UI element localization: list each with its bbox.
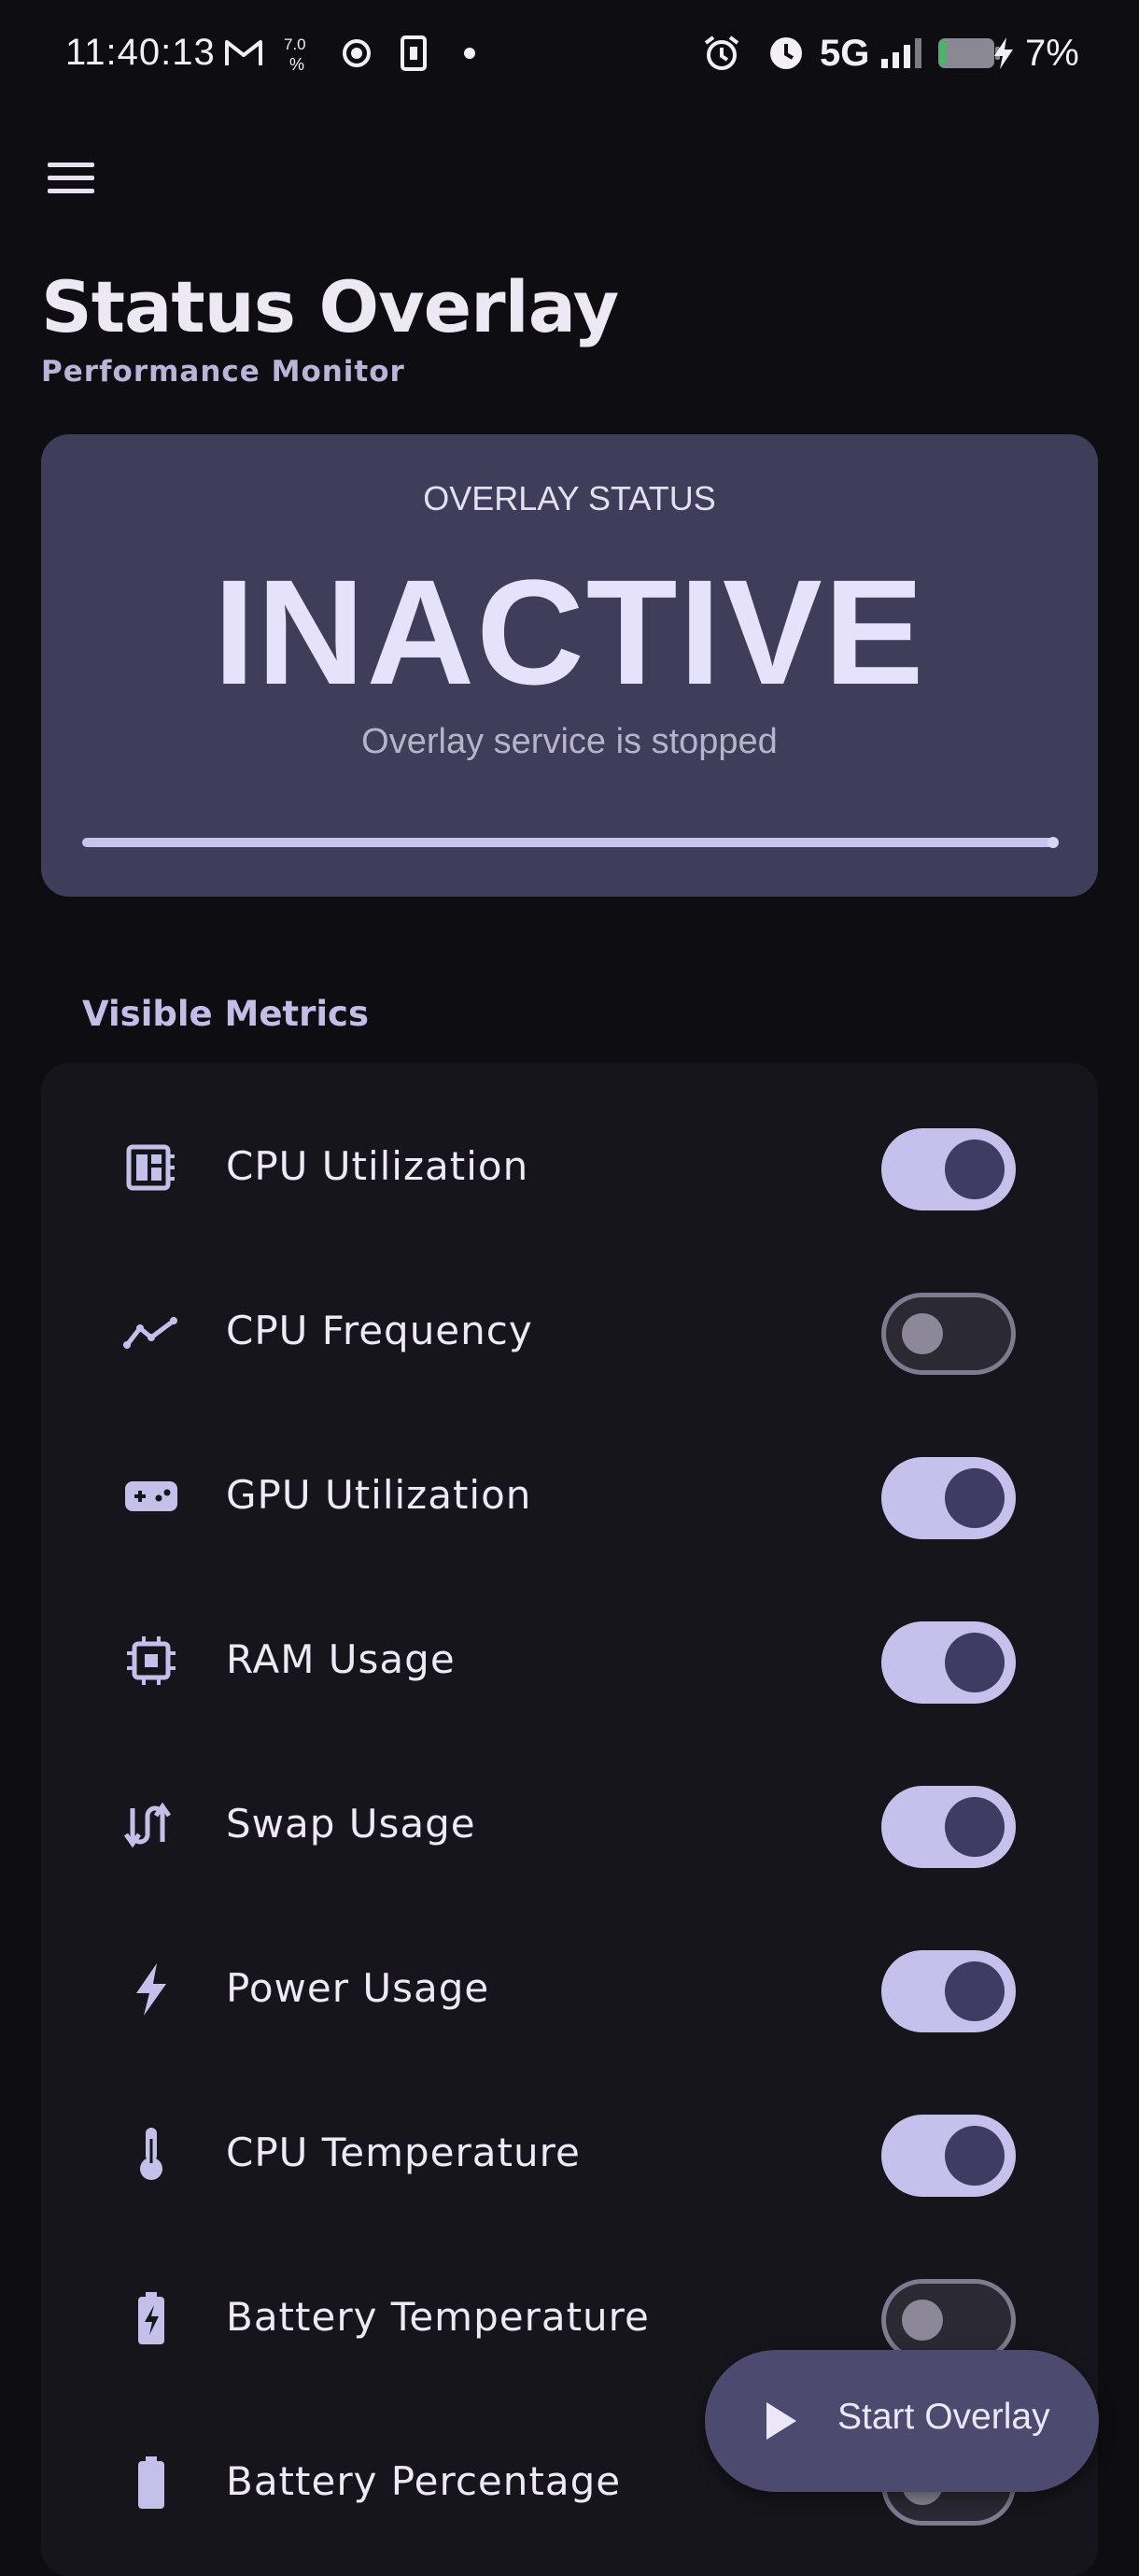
status-progress-end-dot <box>1048 837 1059 848</box>
network-type: 5G <box>820 32 870 74</box>
toggle-cpu-temperature[interactable] <box>881 2115 1016 2197</box>
metric-label: CPU Frequency <box>226 1308 533 1353</box>
swap-arrows-icon <box>123 1797 179 1853</box>
toggle-battery-temperature[interactable] <box>881 2279 1016 2361</box>
metric-label: Swap Usage <box>226 1801 476 1847</box>
overlay-status-card: OVERLAY STATUS INACTIVE Overlay service … <box>41 434 1098 897</box>
toggle-power-usage[interactable] <box>881 1950 1016 2032</box>
metric-label: Power Usage <box>226 1965 490 2011</box>
metrics-list: CPU Utilization CPU Frequency GPU Utiliz… <box>41 1063 1098 2576</box>
battery-charging-icon <box>123 2290 179 2346</box>
toggle-ram-usage[interactable] <box>881 1621 1016 1704</box>
svg-text:%: % <box>289 55 304 74</box>
metric-row-cpu-temperature[interactable]: CPU Temperature <box>41 2072 1098 2236</box>
circle-dot-icon <box>340 32 373 75</box>
alarm-icon <box>702 32 741 75</box>
signal-icon <box>879 32 926 75</box>
toggle-knob <box>945 1961 1005 2021</box>
toggle-swap-usage[interactable] <box>881 1786 1016 1868</box>
metric-row-power-usage[interactable]: Power Usage <box>41 1907 1098 2072</box>
page-subtitle: Performance Monitor <box>41 355 405 389</box>
data-speed-icon: 7.0% <box>282 32 317 75</box>
memory-chip-icon <box>123 1633 179 1689</box>
trend-line-icon <box>123 1304 179 1360</box>
dot-icon <box>463 32 476 75</box>
toggle-gpu-utilization[interactable] <box>881 1457 1016 1539</box>
start-overlay-label: Start Overlay <box>837 2397 1050 2437</box>
svg-text:7.0: 7.0 <box>284 35 306 53</box>
metric-row-ram-usage[interactable]: RAM Usage <box>41 1578 1098 1743</box>
bolt-icon <box>123 1961 179 2017</box>
metric-label: RAM Usage <box>226 1636 456 1682</box>
clock-icon <box>767 32 805 75</box>
metric-row-gpu-utilization[interactable]: GPU Utilization <box>41 1414 1098 1578</box>
toggle-cpu-frequency[interactable] <box>881 1293 1016 1375</box>
toggle-knob <box>945 1633 1005 1692</box>
battery-full-icon <box>123 2455 179 2511</box>
toggle-knob <box>902 1313 943 1354</box>
gamepad-icon <box>123 1468 179 1524</box>
status-progress-bar <box>82 837 1059 848</box>
status-bar: 11:40:13 7.0% 5G 7% <box>0 0 1139 108</box>
toggle-knob <box>902 2300 943 2341</box>
metric-row-swap-usage[interactable]: Swap Usage <box>41 1743 1098 1907</box>
status-value: INACTIVE <box>213 548 926 715</box>
toggle-knob <box>945 1139 1005 1199</box>
thermometer-icon <box>123 2126 179 2182</box>
dashboard-icon <box>123 1139 179 1196</box>
toggle-knob <box>945 1468 1005 1528</box>
metric-label: CPU Utilization <box>226 1143 529 1189</box>
status-description: Overlay service is stopped <box>361 722 778 761</box>
gmail-icon <box>224 32 263 75</box>
metric-row-cpu-utilization[interactable]: CPU Utilization <box>41 1085 1098 1250</box>
toggle-knob <box>945 2126 1005 2186</box>
hamburger-menu-icon[interactable] <box>47 157 97 198</box>
toggle-cpu-utilization[interactable] <box>881 1128 1016 1210</box>
status-progress-fill <box>82 838 1057 847</box>
status-card-label: OVERLAY STATUS <box>423 479 716 517</box>
play-icon <box>763 2399 800 2443</box>
charging-bolt-icon <box>991 32 1016 75</box>
toggle-knob <box>945 1797 1005 1857</box>
start-overlay-button[interactable]: Start Overlay <box>705 2350 1099 2492</box>
sim-icon <box>400 32 428 75</box>
metric-row-cpu-frequency[interactable]: CPU Frequency <box>41 1250 1098 1414</box>
battery-percent: 7% <box>1025 32 1079 74</box>
metric-label: Battery Percentage <box>226 2458 622 2504</box>
metric-label: GPU Utilization <box>226 1472 532 1518</box>
section-title-visible-metrics: Visible Metrics <box>82 994 370 1034</box>
metric-label: Battery Temperature <box>226 2294 650 2340</box>
status-time: 11:40:13 <box>65 32 216 73</box>
page-title: Status Overlay <box>41 265 619 348</box>
metric-label: CPU Temperature <box>226 2130 581 2175</box>
